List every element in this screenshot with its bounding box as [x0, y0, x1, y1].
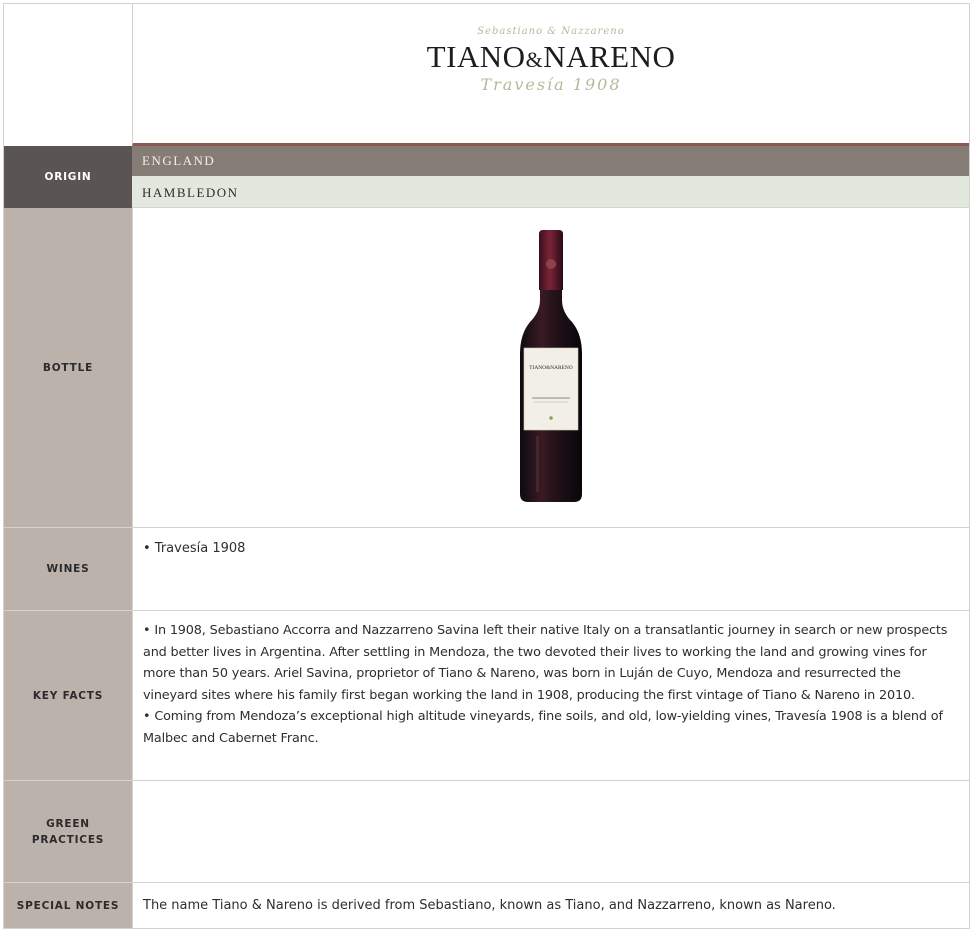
bottle-label: BOTTLE	[4, 208, 132, 527]
bottle-label-text: TIANO&NARENO	[529, 365, 573, 371]
header-blank-cell	[4, 4, 132, 146]
origin-label: ORIGIN	[4, 146, 132, 208]
origin-row: ORIGIN ENGLAND HAMBLEDON	[4, 146, 969, 208]
key-facts-text: • In 1908, Sebastiano Accorra and Nazzar…	[143, 620, 959, 750]
green-practices-cell	[132, 781, 969, 882]
wines-list: • Travesía 1908	[143, 538, 959, 559]
logo-brand-right: NARENO	[543, 39, 676, 74]
special-notes-row: SPECIAL NOTES The name Tiano & Nareno is…	[4, 883, 969, 928]
wines-cell: • Travesía 1908	[132, 528, 969, 610]
list-item: • In 1908, Sebastiano Accorra and Nazzar…	[143, 623, 948, 703]
logo-brand-amp: &	[525, 47, 544, 72]
origin-country: ENGLAND	[132, 146, 969, 176]
bottle-cell: TIANO&NARENO	[132, 208, 969, 527]
special-notes-cell: The name Tiano & Nareno is derived from …	[132, 883, 969, 928]
list-item: • Travesía 1908	[143, 541, 246, 556]
green-practices-label-line1: GREEN	[46, 817, 90, 830]
green-practices-label: GREEN PRACTICES	[4, 781, 132, 882]
bottle-row: BOTTLE TIANO&NARENO	[4, 208, 969, 528]
logo-cell: Sebastiano & Nazzareno TIANO&NARENO Trav…	[132, 4, 969, 146]
logo-brand: TIANO&NARENO	[133, 39, 969, 75]
logo-brand-left: TIANO	[426, 39, 526, 74]
key-facts-row: KEY FACTS • In 1908, Sebastiano Accorra …	[4, 611, 969, 781]
bottle-image: TIANO&NARENO	[133, 230, 969, 506]
green-practices-label-line2: PRACTICES	[31, 833, 105, 846]
wine-fact-sheet: Sebastiano & Nazzareno TIANO&NARENO Trav…	[3, 3, 970, 929]
header-row: Sebastiano & Nazzareno TIANO&NARENO Trav…	[4, 4, 969, 146]
brand-logo: Sebastiano & Nazzareno TIANO&NARENO Trav…	[133, 26, 969, 94]
list-item: • Coming from Mendoza’s exceptional high…	[143, 709, 943, 746]
origin-region: HAMBLEDON	[132, 176, 969, 208]
green-practices-row: GREEN PRACTICES	[4, 781, 969, 883]
wines-row: WINES • Travesía 1908	[4, 528, 969, 611]
logo-script-top: Sebastiano & Nazzareno	[477, 26, 625, 37]
special-notes-text: The name Tiano & Nareno is derived from …	[143, 898, 836, 913]
wines-label: WINES	[4, 528, 132, 610]
key-facts-cell: • In 1908, Sebastiano Accorra and Nazzar…	[132, 611, 969, 780]
origin-cell: ENGLAND HAMBLEDON	[132, 146, 969, 208]
wine-bottle-icon: TIANO&NARENO	[520, 230, 582, 502]
logo-script-bottom: Travesía 1908	[480, 75, 622, 94]
key-facts-label: KEY FACTS	[4, 611, 132, 780]
special-notes-label: SPECIAL NOTES	[4, 883, 132, 928]
